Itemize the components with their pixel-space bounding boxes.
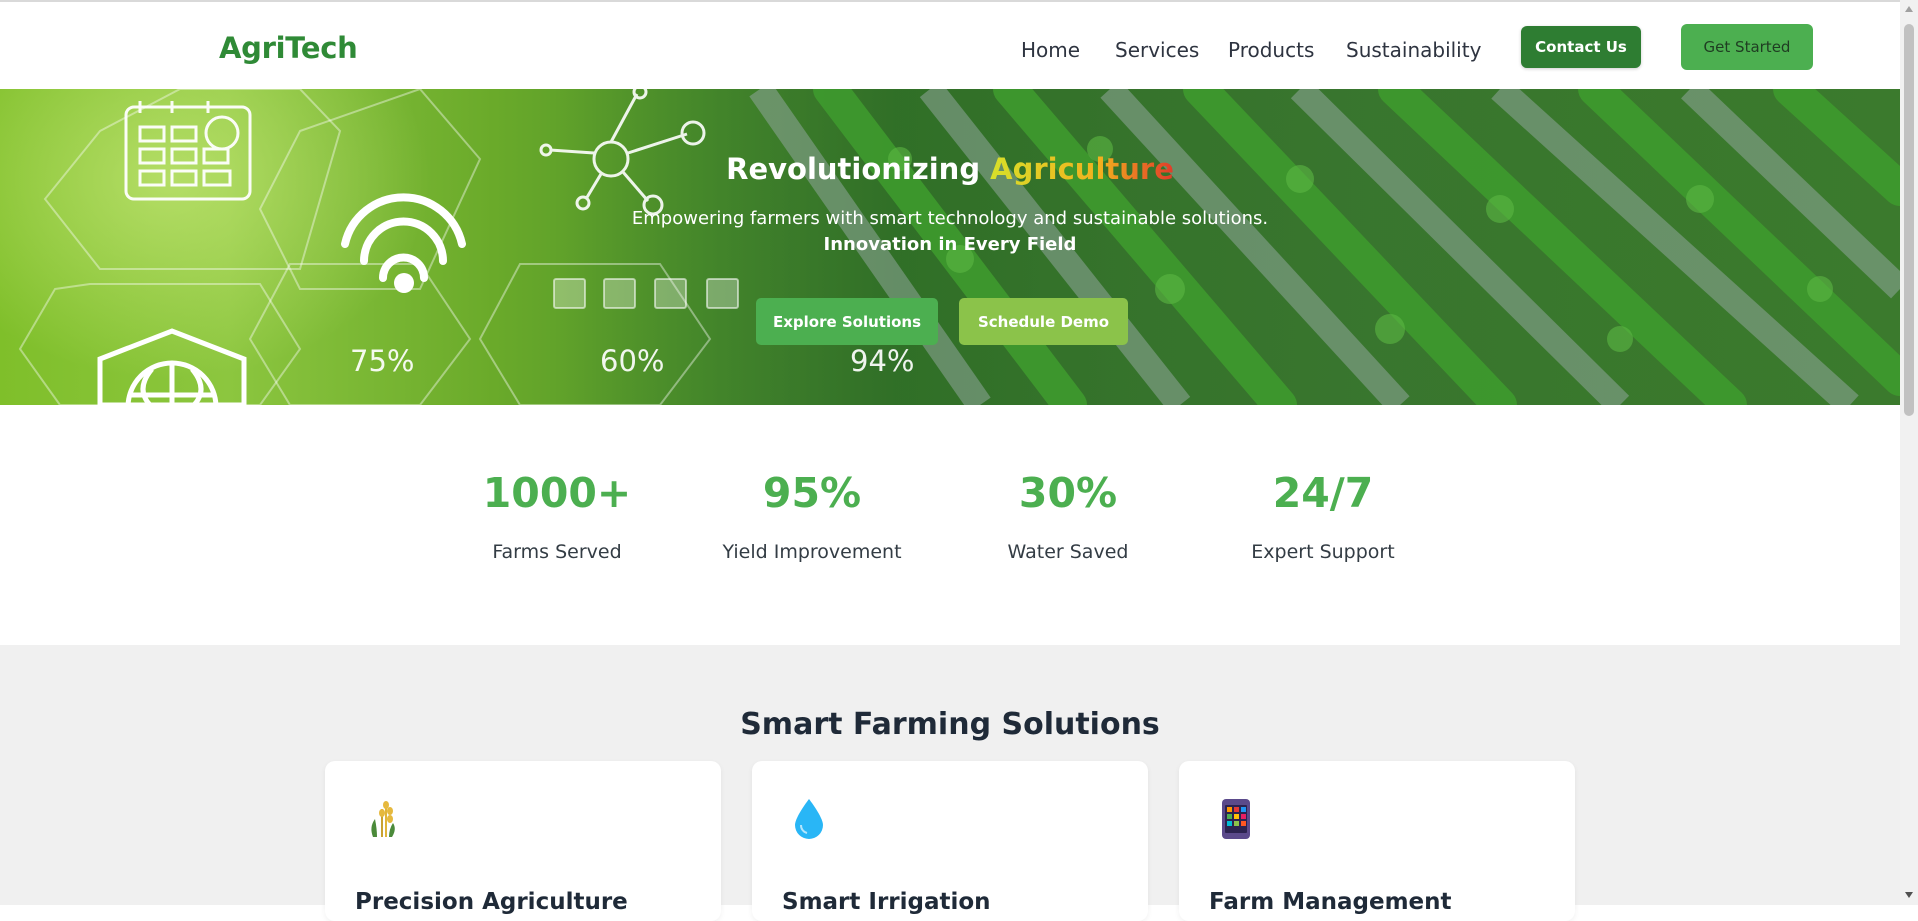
- scroll-up-arrow-icon[interactable]: [1905, 6, 1913, 12]
- hero-banner: 75% 60% 94% Revolutionizing Agriculture …: [0, 89, 1900, 405]
- get-started-button[interactable]: Get Started: [1681, 24, 1813, 70]
- hero-title-prefix: Revolutionizing: [726, 152, 991, 186]
- nav-link-services[interactable]: Services: [1115, 38, 1199, 62]
- card-title-irrigation: Smart Irrigation: [782, 889, 991, 915]
- solutions-section: Smart Farming Solutions Precision Agricu…: [0, 645, 1900, 921]
- solutions-title: Smart Farming Solutions: [740, 707, 1160, 742]
- hero-title-accent: Agriculture: [990, 152, 1174, 186]
- page-scrollbar[interactable]: [1900, 0, 1918, 905]
- mobile-app-icon: [1222, 799, 1250, 839]
- nav-link-products[interactable]: Products: [1228, 38, 1314, 62]
- hero-title: Revolutionizing Agriculture: [0, 152, 1900, 186]
- overlay-stat-1: 75%: [350, 344, 415, 378]
- contact-us-button[interactable]: Contact Us: [1521, 26, 1641, 68]
- stat-farms-value: 1000+: [482, 469, 632, 517]
- overlay-stat-3: 94%: [850, 344, 915, 378]
- hero-subtitle: Empowering farmers with smart technology…: [631, 208, 1269, 229]
- solution-card-precision[interactable]: Precision Agriculture: [325, 761, 721, 921]
- card-title-precision: Precision Agriculture: [355, 889, 628, 915]
- stat-support-label: Expert Support: [1251, 541, 1395, 563]
- schedule-demo-button[interactable]: Schedule Demo: [959, 298, 1128, 345]
- stat-yield-value: 95%: [762, 469, 862, 517]
- wheat-icon: [371, 801, 395, 837]
- navbar: AgriTech Home Services Products Sustaina…: [0, 2, 1900, 89]
- nav-link-sustainability[interactable]: Sustainability: [1346, 38, 1481, 62]
- hero-tagline: Innovation in Every Field: [823, 234, 1077, 255]
- stat-water-value: 30%: [1018, 469, 1118, 517]
- stat-farms-label: Farms Served: [492, 541, 622, 563]
- solution-card-management[interactable]: Farm Management: [1179, 761, 1575, 921]
- nav-link-home[interactable]: Home: [1021, 38, 1080, 62]
- stat-water-label: Water Saved: [1007, 541, 1129, 563]
- stat-yield-label: Yield Improvement: [722, 541, 902, 563]
- logo[interactable]: AgriTech: [219, 31, 358, 65]
- card-title-management: Farm Management: [1209, 889, 1452, 915]
- water-drop-icon: [795, 799, 823, 839]
- scroll-down-arrow-icon[interactable]: [1905, 892, 1913, 898]
- overlay-stat-2: 60%: [600, 344, 665, 378]
- solution-card-irrigation[interactable]: Smart Irrigation: [752, 761, 1148, 921]
- stat-support-value: 24/7: [1272, 469, 1374, 517]
- scrollbar-thumb[interactable]: [1904, 24, 1914, 416]
- explore-solutions-button[interactable]: Explore Solutions: [756, 298, 938, 345]
